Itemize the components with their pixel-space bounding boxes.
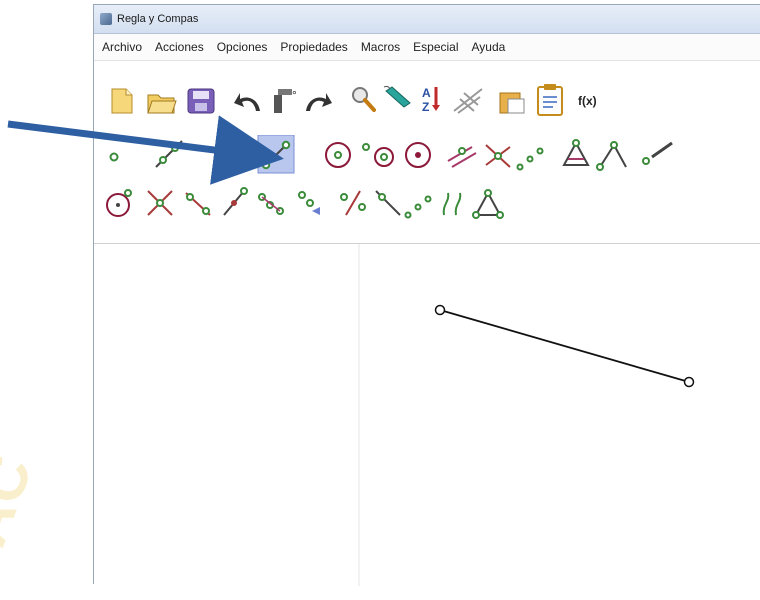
line-tool-icon[interactable] (155, 140, 183, 168)
points-pair-icon[interactable] (258, 193, 284, 215)
toolbar-row-3 (106, 187, 504, 219)
menu-acciones[interactable]: Acciones (155, 40, 204, 54)
window-title: Regla y Compas (117, 13, 199, 25)
triangle-icon[interactable] (562, 139, 590, 166)
circle-icon[interactable] (325, 142, 351, 168)
menu-ayuda[interactable]: Ayuda (472, 40, 506, 54)
svg-text:AC: AC (0, 447, 46, 555)
polygon-icon[interactable] (472, 189, 504, 219)
points-icon[interactable] (516, 147, 544, 171)
cross-icon[interactable] (147, 190, 173, 216)
toolbar-area: ° A Z f(x) (94, 61, 760, 245)
menu-especial[interactable]: Especial (413, 40, 458, 54)
menu-archivo[interactable]: Archivo (102, 40, 142, 54)
zoom-icon[interactable] (352, 87, 376, 112)
segment-endpoint-b[interactable] (683, 376, 695, 388)
angle-tool-icon[interactable] (596, 141, 627, 171)
intersection-icon[interactable] (485, 144, 511, 168)
bisector-icon[interactable] (185, 192, 211, 216)
grid-icon[interactable] (453, 88, 483, 114)
app-window: Regla y Compas Archivo Acciones Opciones… (93, 4, 760, 586)
segment-endpoint-a[interactable] (434, 304, 446, 316)
compass-icon[interactable] (106, 189, 132, 217)
segment-line[interactable] (439, 309, 690, 383)
menu-opciones[interactable]: Opciones (217, 40, 268, 54)
reflect-icon[interactable] (298, 191, 320, 215)
line-cut-icon[interactable] (642, 141, 673, 165)
function-icon[interactable]: f(x) (578, 94, 597, 108)
svg-text:°: ° (292, 88, 297, 102)
toolbar-row-1: ° A Z f(x) (111, 84, 597, 116)
circle-center-icon[interactable] (405, 142, 431, 168)
ratio-icon[interactable] (340, 190, 366, 216)
undo-icon[interactable] (234, 93, 260, 111)
save-icon[interactable] (187, 88, 215, 114)
sort-icon[interactable]: A Z (422, 86, 440, 114)
pen-icon[interactable] (383, 85, 411, 108)
ray-tool-icon[interactable] (214, 142, 241, 169)
menu-macros[interactable]: Macros (361, 40, 400, 54)
svg-text:A: A (422, 86, 431, 100)
menu-bar: Archivo Acciones Opciones Propiedades Ma… (94, 34, 760, 61)
app-icon (100, 13, 112, 25)
open-icon[interactable] (147, 94, 177, 114)
perpendicular-icon[interactable] (375, 190, 401, 216)
midpoint-icon[interactable] (223, 187, 248, 216)
construction-svg (358, 244, 695, 586)
point-tool-icon[interactable] (109, 152, 119, 162)
angle-icon[interactable]: ° (274, 88, 297, 113)
parallel-icon[interactable] (447, 146, 477, 168)
title-bar: Regla y Compas (94, 5, 760, 34)
circles-icon[interactable] (362, 143, 394, 167)
segment-tool-icon[interactable] (257, 135, 295, 174)
toolbar-row-2 (109, 135, 673, 174)
chain-icon[interactable] (442, 192, 462, 216)
clipboard-icon[interactable] (537, 84, 563, 116)
redo-icon[interactable] (306, 93, 332, 111)
paste-icon[interactable] (499, 92, 525, 114)
drawing-canvas[interactable] (94, 243, 760, 586)
points-row-icon[interactable] (404, 195, 432, 219)
new-icon[interactable] (111, 88, 133, 114)
menu-propiedades[interactable]: Propiedades (280, 40, 347, 54)
svg-text:Z: Z (422, 100, 429, 114)
